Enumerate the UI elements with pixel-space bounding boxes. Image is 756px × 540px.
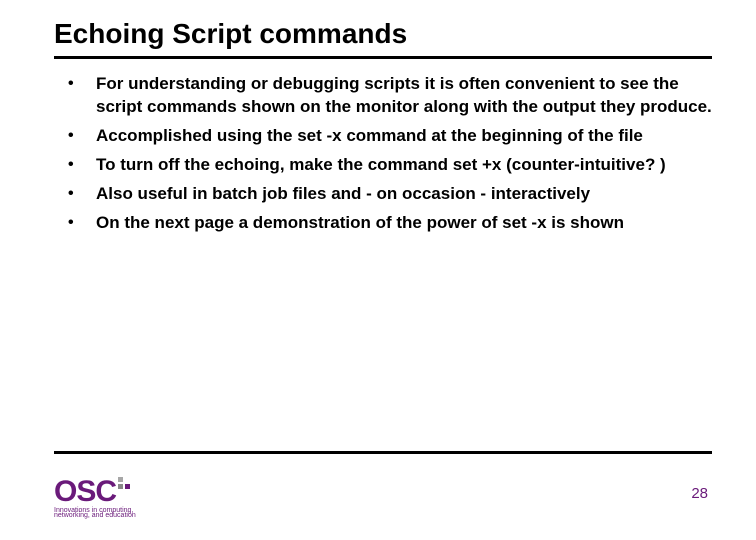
- page-number: 28: [691, 485, 708, 502]
- osc-logo: OSC Innovations in computing, networking…: [54, 475, 136, 520]
- list-item: On the next page a demonstration of the …: [64, 212, 712, 235]
- slide: Echoing Script commands For understandin…: [0, 0, 756, 540]
- bullet-list: For understanding or debugging scripts i…: [54, 73, 712, 235]
- slide-title: Echoing Script commands: [54, 18, 712, 59]
- logo-tagline-2: networking, and education: [54, 512, 136, 520]
- list-item: Accomplished using the set -x command at…: [64, 125, 712, 148]
- logo-mark: OSC: [54, 475, 136, 509]
- list-item: To turn off the echoing, make the comman…: [64, 154, 712, 177]
- footer-divider: [54, 451, 712, 454]
- list-item: For understanding or debugging scripts i…: [64, 73, 712, 119]
- list-item: Also useful in batch job files and - on …: [64, 183, 712, 206]
- logo-squares-icon: [118, 477, 130, 489]
- logo-letters: OSC: [54, 475, 116, 509]
